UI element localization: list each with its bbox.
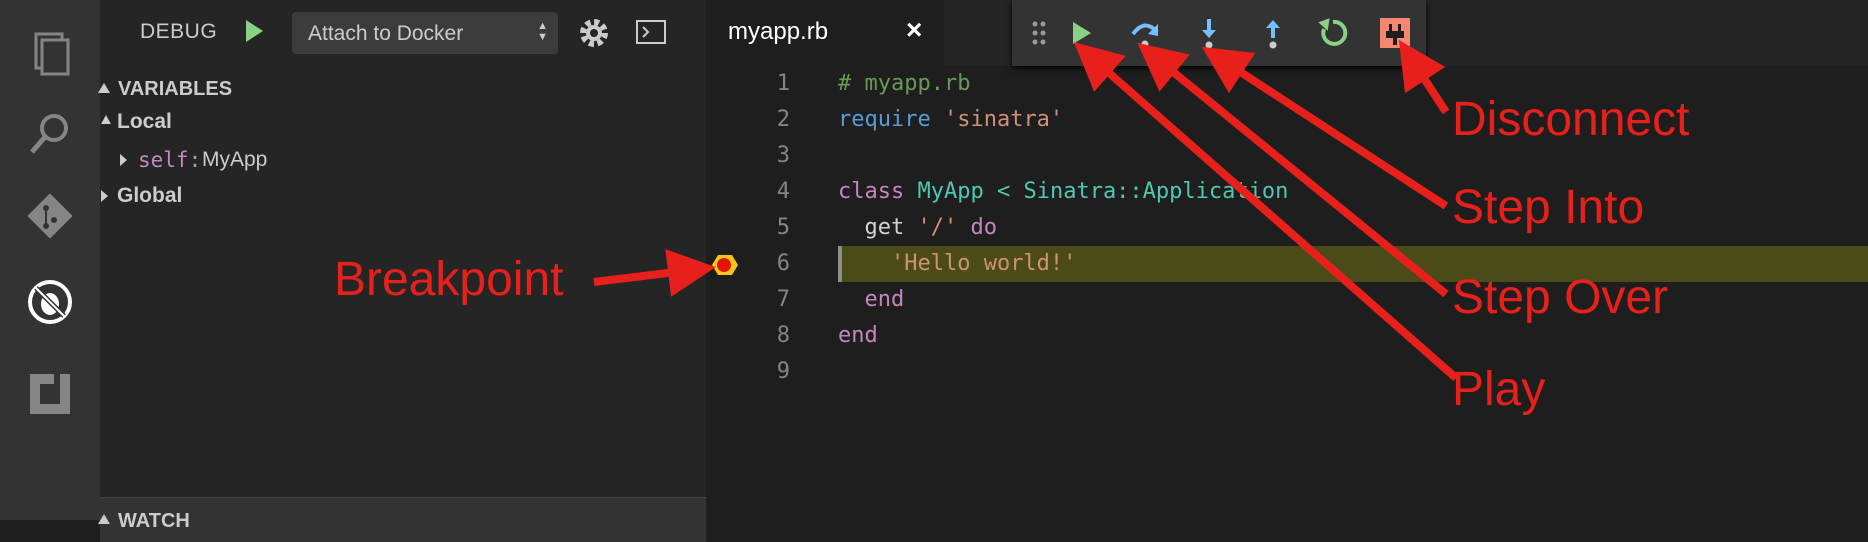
breakpoint-icon[interactable] [708,252,742,278]
step-over-button[interactable] [1128,16,1162,50]
play-annotation: Play [1452,363,1546,416]
code-line: 7 end [776,287,905,312]
tree-item-local[interactable]: Local [100,102,706,142]
select-arrows-icon: ▲ ▼ [537,20,548,43]
step-out-button[interactable] [1256,16,1290,50]
tree-item-global[interactable]: Global [100,176,706,216]
launch-config-select[interactable]: Attach to Docker ▲ ▼ [292,12,558,54]
restart-button[interactable] [1316,16,1350,50]
breakpoint-annotation: Breakpoint [334,253,564,306]
git-icon[interactable] [22,188,78,244]
collapsed-icon [120,154,127,166]
tree-item-self[interactable]: self: MyApp [100,140,706,180]
expanded-icon [101,115,111,124]
extensions-icon[interactable] [22,366,78,422]
code-line: 8 end [776,323,878,348]
disconnect-button[interactable] [1378,16,1412,50]
code-line: 3 [776,143,790,168]
step-into-button[interactable] [1192,16,1226,50]
editor-area: myapp.rb × 1 # myapp.rb 2 require 'sinat… [706,0,1868,520]
gear-icon[interactable] [576,15,612,51]
disconnect-annotation: Disconnect [1452,93,1690,146]
explorer-icon[interactable] [22,26,78,82]
debug-label: DEBUG [140,20,218,43]
code-line: 1 # myapp.rb [776,71,971,96]
collapse-icon [98,514,110,524]
code-line: 4 class MyApp < Sinatra::Application [776,179,1289,204]
code-line: 5 get '/' do [776,215,997,240]
tab-label: myapp.rb [728,18,829,45]
debug-toolbar: DEBUG Attach to Docker ▲ ▼ [100,0,706,68]
code-line-highlighted: 6 'Hello world!' [706,246,1868,282]
collapse-icon [98,83,110,93]
start-debugging-button[interactable] [246,20,263,42]
launch-config-value: Attach to Docker [308,22,464,45]
step-over-annotation: Step Over [1452,271,1669,324]
close-icon[interactable]: × [906,14,922,46]
debug-icon[interactable] [22,274,78,330]
debug-console-icon[interactable] [636,20,666,44]
step-into-annotation: Step Into [1452,181,1645,234]
drag-handle-icon[interactable] [1022,16,1056,50]
activity-bar [0,0,100,520]
code-line: 2 require 'sinatra' [776,107,1064,132]
tab-myapp-rb[interactable]: myapp.rb × [706,0,944,66]
code-line: 9 [776,359,790,384]
collapsed-icon [101,190,108,202]
continue-button[interactable] [1064,16,1098,50]
debug-action-toolbar [1012,0,1426,66]
search-icon[interactable] [22,106,78,162]
